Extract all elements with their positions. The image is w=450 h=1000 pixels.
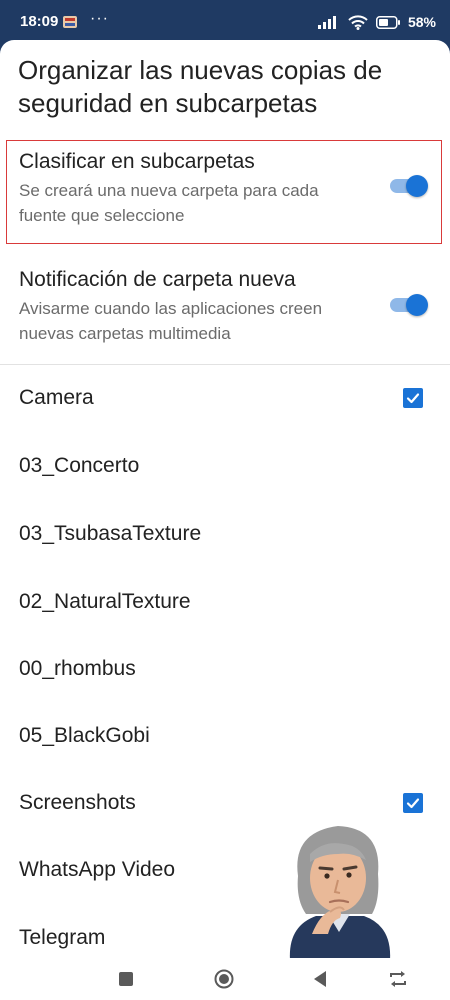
battery-percent: 58% (407, 14, 436, 30)
status-icons: 58% (317, 12, 436, 32)
back-triangle-icon[interactable] (311, 969, 331, 989)
setting-description: Avisarme cuando las aplicaciones creen n… (19, 299, 323, 343)
folder-checkbox-screenshots[interactable] (403, 793, 423, 813)
rotate-icon[interactable] (388, 969, 408, 989)
folder-item-camera[interactable]: Camera (0, 364, 450, 431)
check-icon (406, 393, 420, 404)
folder-name: Screenshots (19, 791, 136, 814)
setting-title: Notificación de carpeta nueva (19, 268, 296, 291)
folder-name: WhatsApp Video (19, 858, 176, 881)
folder-name: 03_TsubasaTexture (19, 522, 202, 545)
wifi-icon (348, 14, 368, 30)
home-circle-icon[interactable] (214, 969, 234, 989)
new-folder-notification-toggle[interactable] (390, 294, 428, 316)
folder-item-05-blackgobi[interactable]: 05_BlackGobi (0, 699, 450, 766)
status-bar: 18:09 ··· 58% (0, 0, 450, 44)
folder-name: 03_Concerto (19, 454, 140, 477)
folder-name: 05_BlackGobi (19, 724, 150, 747)
folder-name: Camera (19, 386, 94, 409)
status-time: 18:09 (20, 13, 59, 30)
battery-icon (375, 15, 400, 29)
folder-item-02-naturaltexture[interactable]: 02_NaturalTexture (0, 565, 450, 632)
more-notifications-icon: ··· (90, 10, 109, 27)
folder-name: Telegram (19, 926, 106, 949)
toggle-thumb (406, 175, 428, 197)
setting-title: Clasificar en subcarpetas (19, 150, 255, 173)
folder-name: 02_NaturalTexture (19, 590, 191, 613)
thinking-man-avatar (289, 826, 391, 960)
navigation-bar (0, 958, 450, 1000)
sort-subfolders-toggle[interactable] (390, 175, 428, 197)
app-notification-icon (63, 16, 77, 28)
toggle-thumb (406, 294, 428, 316)
folder-name: 00_rhombus (19, 657, 136, 680)
folder-item-00-rhombus[interactable]: 00_rhombus (0, 632, 450, 699)
folder-checkbox-camera[interactable] (403, 388, 423, 408)
check-icon (406, 798, 420, 809)
folder-item-03-tsubasatexture[interactable]: 03_TsubasaTexture (0, 498, 450, 565)
signal-icon (317, 16, 336, 29)
setting-sort-subfolders[interactable]: Clasificar en subcarpetas Se creará una … (0, 140, 450, 244)
sheet-title: Organizar las nuevas copias de seguridad… (18, 55, 383, 118)
folder-item-03-concerto[interactable]: 03_Concerto (0, 431, 450, 498)
setting-new-folder-notification[interactable]: Notificación de carpeta nueva Avisarme c… (0, 260, 450, 360)
recents-square-icon[interactable] (116, 969, 136, 989)
setting-description: Se creará una nueva carpeta para cada fu… (19, 181, 319, 225)
